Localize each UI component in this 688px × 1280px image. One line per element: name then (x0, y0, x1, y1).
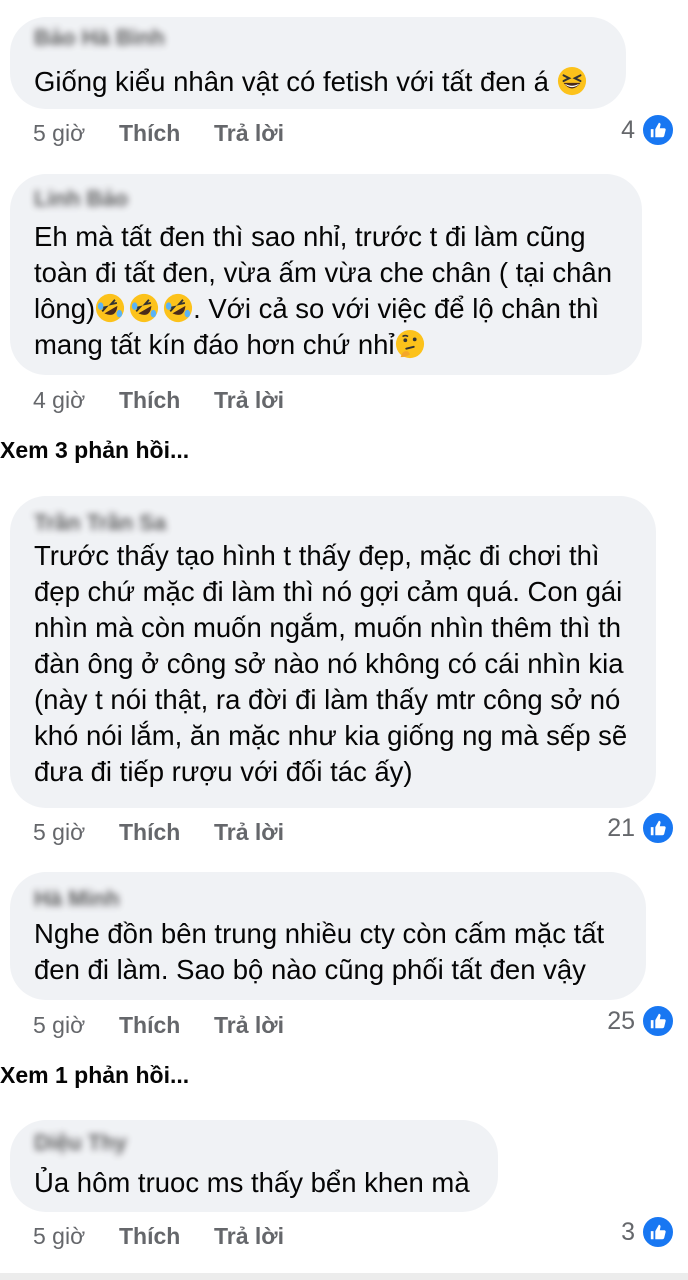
reaction-count: 25 (607, 1006, 635, 1035)
thinking-face-icon (395, 329, 424, 359)
comment-text-line-with-emoji: mang tất kín đáo hơn chứ nhỉ (34, 327, 624, 363)
comment-text-line: toàn đi tất đen, vừa ấm vừa che chân ( t… (34, 257, 612, 288)
comment-author[interactable]: Linh Bảo (34, 186, 128, 212)
reaction-summary[interactable]: 4 (621, 113, 675, 147)
comment-text-line: Giống kiểu nhân vật có fetish với tất đe… (34, 66, 549, 97)
comment-time[interactable]: 4 giờ (33, 385, 85, 415)
reply-button[interactable]: Trả lời (214, 817, 284, 847)
like-thumbs-up-icon (641, 1215, 675, 1249)
comment-bubble: Bảo Hà Bình Giống kiểu nhân vật có fetis… (10, 17, 626, 109)
rolling-laughing-icon (130, 293, 159, 323)
reaction-count: 3 (621, 1217, 635, 1246)
reaction-summary[interactable]: 3 (621, 1215, 675, 1249)
comment-time[interactable]: 5 giờ (33, 1010, 85, 1040)
comment-text-line: đẹp chứ mặc đi làm thì nó gợi cảm quá. C… (34, 576, 623, 607)
like-button[interactable]: Thích (119, 118, 180, 148)
reaction-summary[interactable]: 25 (607, 1004, 675, 1038)
comment-time[interactable]: 5 giờ (33, 1221, 85, 1251)
comment-text-line: đen đi làm. Sao bộ nào cũng phối tất đen… (34, 954, 586, 985)
comment-text-line: nhìn mà còn muốn ngắm, muốn nhìn thêm th… (34, 612, 622, 643)
grinning-squinting-face-icon (557, 66, 586, 96)
comment-text-line: Ủa hôm truoc ms thấy bển khen mà (34, 1167, 470, 1198)
comment-text: Nghe đồn bên trung nhiều cty còn cấm mặc… (34, 916, 628, 988)
comment-text-line: khó nói lắm, ăn mặc như kia giống ng mà … (34, 720, 628, 751)
rolling-laughing-icon (96, 293, 125, 323)
comment-text-line: đàn ông ở công sở nào nó không có cái nh… (34, 648, 624, 679)
reply-button[interactable]: Trả lời (214, 1010, 284, 1040)
comment-text-line: Trước thấy tạo hình t thấy đẹp, mặc đi c… (34, 540, 600, 571)
reaction-count: 21 (607, 813, 635, 842)
like-thumbs-up-icon (641, 113, 675, 147)
comment-bubble: Trần Trần Sa Trước thấy tạo hình t thấy … (10, 496, 656, 808)
bottom-divider (0, 1273, 688, 1280)
like-button[interactable]: Thích (119, 1010, 180, 1040)
comment-author[interactable]: Hà Minh (34, 886, 120, 912)
comment-author[interactable]: Diệu Thy (34, 1130, 127, 1156)
comment-text-line: Eh mà tất đen thì sao nhỉ, trước t đi là… (34, 221, 586, 252)
comment-text: Eh mà tất đen thì sao nhỉ, trước t đi là… (34, 219, 624, 363)
comment-time[interactable]: 5 giờ (33, 118, 85, 148)
comment-text-line: (này t nói thật, ra đời đi làm thấy mtr … (34, 684, 621, 715)
comment-author[interactable]: Bảo Hà Bình (34, 25, 165, 51)
comment-time[interactable]: 5 giờ (33, 817, 85, 847)
like-thumbs-up-icon (641, 811, 675, 845)
like-button[interactable]: Thích (119, 1221, 180, 1251)
reply-button[interactable]: Trả lời (214, 385, 284, 415)
comment-text-line-with-emoji: lông). Với cả so với việc để lộ chân thì (34, 291, 624, 327)
comment-bubble: Hà Minh Nghe đồn bên trung nhiều cty còn… (10, 872, 646, 1000)
comment-text: Ủa hôm truoc ms thấy bển khen mà (34, 1165, 480, 1201)
like-button[interactable]: Thích (119, 385, 180, 415)
comment-text-line: đưa đi tiếp rượu với đối tác ấy) (34, 756, 413, 787)
comment-author[interactable]: Trần Trần Sa (34, 510, 166, 536)
reaction-count: 4 (621, 115, 635, 144)
reply-button[interactable]: Trả lời (214, 118, 284, 148)
view-replies-link[interactable]: Xem 3 phản hồi... (0, 437, 189, 464)
comment-bubble: Linh Bảo Eh mà tất đen thì sao nhỉ, trướ… (10, 174, 642, 375)
like-thumbs-up-icon (641, 1004, 675, 1038)
comment-text-line: Nghe đồn bên trung nhiều cty còn cấm mặc… (34, 918, 605, 949)
rolling-laughing-icon (164, 293, 193, 323)
view-replies-link[interactable]: Xem 1 phản hồi... (0, 1062, 189, 1089)
reaction-summary[interactable]: 21 (607, 811, 675, 845)
comment-bubble: Diệu Thy Ủa hôm truoc ms thấy bển khen m… (10, 1120, 498, 1212)
reply-button[interactable]: Trả lời (214, 1221, 284, 1251)
comment-text: Trước thấy tạo hình t thấy đẹp, mặc đi c… (34, 538, 638, 790)
like-button[interactable]: Thích (119, 817, 180, 847)
comment-text: Giống kiểu nhân vật có fetish với tất đe… (34, 64, 608, 100)
